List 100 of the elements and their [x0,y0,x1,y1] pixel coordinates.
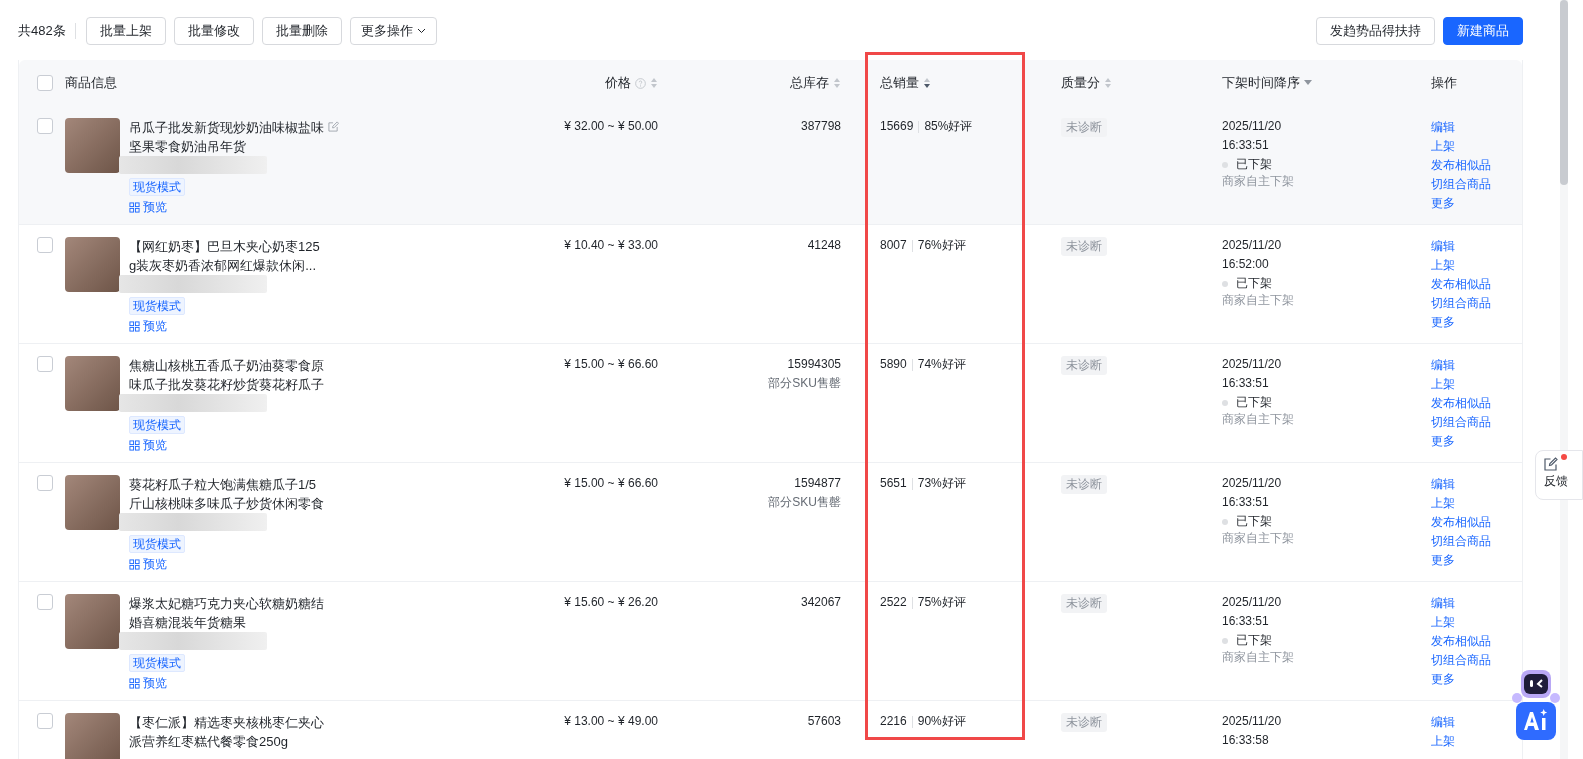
date-text: 2025/11/20 [1222,713,1282,730]
action-link[interactable]: 编辑 [1431,356,1455,375]
toolbar-button[interactable]: 新建商品 [1443,17,1523,45]
toolbar-button[interactable]: 批量删除 [261,17,342,45]
mode-tag: 现货模式 [129,297,185,315]
action-link[interactable]: 上架 [1431,732,1455,751]
action-link[interactable]: 更多 [1431,313,1455,332]
product-photo-placeholder [65,594,120,649]
action-link[interactable]: 发布相似品 [1431,275,1491,294]
stock-count: 1594877 [794,475,841,492]
column-header[interactable]: 总库存 [790,74,829,92]
mode-tag: 现货模式 [129,535,185,553]
action-link[interactable]: 切组合商品 [1431,651,1491,670]
time-text: 16:33:51 [1222,494,1269,511]
status-dot [1222,161,1228,168]
grid-icon [129,558,140,570]
preview-link[interactable]: 预览 [129,675,167,691]
stock-count: 57603 [807,713,841,730]
action-link[interactable]: 切组合商品 [1431,175,1491,194]
action-link[interactable]: 更多 [1431,551,1455,570]
status-text: 已下架 [1236,513,1272,530]
status-dot [1222,518,1228,525]
price-range: ¥ 15.60 ~ ¥ 26.20 [564,594,658,611]
action-link[interactable]: 上架 [1431,137,1455,156]
mode-tag: 现货模式 [129,654,185,672]
stock-count: 387798 [800,118,841,135]
action-link[interactable]: 上架 [1431,494,1455,513]
status-text: 已下架 [1236,394,1272,411]
checkbox[interactable] [37,118,53,134]
price-range: ¥ 15.00 ~ ¥ 66.60 [564,475,658,492]
rating-text: 76%好评 [917,237,966,254]
toolbar-button[interactable]: 发趋势品得扶持 [1316,17,1435,45]
column-header: 商品信息 [65,74,117,92]
preview-link[interactable]: 预览 [129,437,167,453]
sort-icon[interactable] [923,77,931,89]
sales-count: 2216 [880,713,907,730]
product-photo-placeholder [65,237,120,292]
action-link[interactable]: 更多 [1431,194,1455,213]
sales-count: 2522 [880,594,907,611]
product-title: 焦糖山核桃五香瓜子奶油葵零食原 味瓜子批发葵花籽炒货葵花籽瓜子 [129,357,324,394]
action-link[interactable]: 切组合商品 [1431,413,1491,432]
action-link[interactable]: 编辑 [1431,475,1455,494]
rating-text: 74%好评 [917,356,966,373]
action-link[interactable]: 发布相似品 [1431,513,1491,532]
preview-link[interactable]: 预览 [129,318,167,334]
rating-text: 85%好评 [924,118,973,135]
column-header[interactable]: 质量分 [1061,74,1100,92]
grid-icon [129,439,140,451]
stock-count: 41248 [807,237,841,254]
date-text: 2025/11/20 [1222,475,1282,492]
status-dot [1222,637,1228,644]
action-link[interactable]: 上架 [1431,613,1455,632]
price-range: ¥ 15.00 ~ ¥ 66.60 [564,356,658,373]
grid-icon [129,320,140,332]
product-title: 吊瓜子批发新货现炒奶油味椒盐味 坚果零食奶油吊年货 [129,119,324,156]
sales-count: 5890 [880,356,907,373]
product-photo-placeholder [65,118,120,173]
action-link[interactable]: 上架 [1431,375,1455,394]
stock-count: 15994305 [787,356,841,373]
action-link[interactable]: 编辑 [1431,237,1455,256]
action-link[interactable]: 发布相似品 [1431,394,1491,413]
reason-text: 商家自主下架 [1222,292,1294,309]
action-link[interactable]: 更多 [1431,670,1455,689]
action-link[interactable]: 编辑 [1431,594,1455,613]
action-link[interactable]: 编辑 [1431,118,1455,137]
checkbox[interactable] [37,475,53,491]
action-link[interactable]: 更多 [1431,432,1455,451]
checkbox[interactable] [37,75,53,91]
column-header: 操作 [1431,74,1457,92]
product-title: 爆浆太妃糖巧克力夹心软糖奶糖结 婚喜糖混装年货糖果 [129,595,324,632]
feedback-button[interactable]: 反馈 [1535,450,1583,500]
action-link[interactable]: 发布相似品 [1431,632,1491,651]
edit-icon[interactable] [328,121,339,132]
action-link[interactable]: 上架 [1431,256,1455,275]
action-link[interactable]: 切组合商品 [1431,294,1491,313]
checkbox[interactable] [37,594,53,610]
reason-text: 商家自主下架 [1222,411,1294,428]
checkbox[interactable] [37,713,53,729]
action-link[interactable]: 编辑 [1431,713,1455,732]
column-header[interactable]: 价格 [605,74,631,92]
time-text: 16:33:51 [1222,137,1269,154]
time-text: 16:33:58 [1222,732,1269,749]
toolbar-button[interactable]: 批量修改 [173,17,254,45]
price-range: ¥ 32.00 ~ ¥ 50.00 [564,118,658,135]
price-range: ¥ 10.40 ~ ¥ 33.00 [564,237,658,254]
checkbox[interactable] [37,237,53,253]
preview-link[interactable]: 预览 [129,556,167,572]
help-icon[interactable] [635,77,646,89]
status-dot [1222,280,1228,287]
rating-text: 75%好评 [917,594,966,611]
action-link[interactable]: 发布相似品 [1431,156,1491,175]
toolbar-button[interactable]: 批量上架 [85,17,166,45]
mode-tag: 现货模式 [129,178,185,196]
stock-note: 部分SKU售罄 [768,375,841,392]
toolbar-button[interactable]: 更多操作 [349,17,437,45]
column-header[interactable]: 总销量 [880,74,919,92]
caret-icon[interactable] [1304,80,1312,86]
action-link[interactable]: 切组合商品 [1431,532,1491,551]
checkbox[interactable] [37,356,53,372]
preview-link[interactable]: 预览 [129,199,167,215]
